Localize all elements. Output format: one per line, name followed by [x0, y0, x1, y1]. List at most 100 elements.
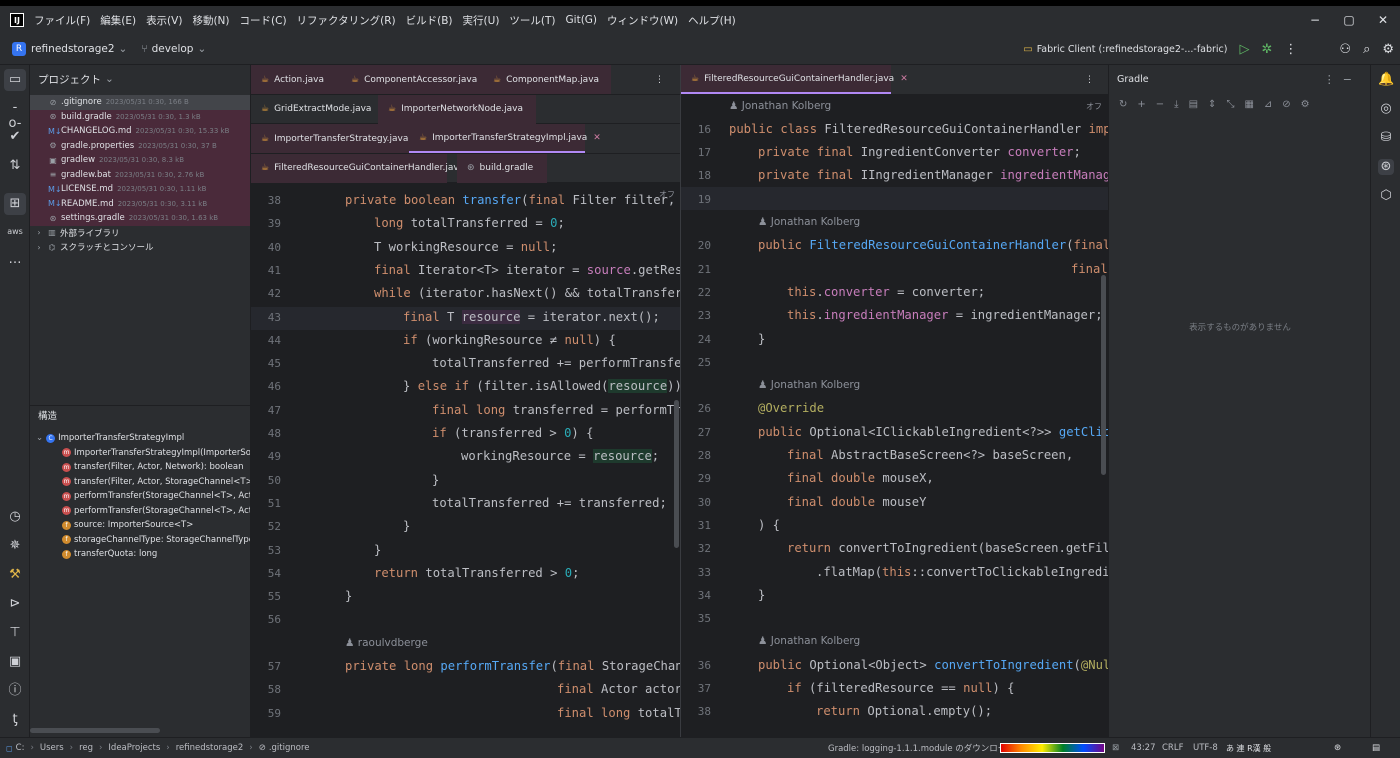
structure-item[interactable]: f storageChannelType: StorageChannelType<: [30, 533, 250, 548]
ai-assistant-icon[interactable]: ◎: [1378, 101, 1394, 117]
breadcrumb-file[interactable]: .gitignore: [269, 743, 310, 753]
notification-icon[interactable]: ▤: [1372, 743, 1380, 753]
commit-icon[interactable]: -o-: [7, 100, 23, 131]
expand-icon[interactable]: ⇕: [1208, 99, 1216, 110]
file-settings-gradle[interactable]: ⊛ settings.gradle 2023/05/31 0:30, 1.63 kB: [30, 211, 250, 226]
tasks-icon[interactable]: ▤: [1189, 99, 1198, 110]
menu-help[interactable]: ヘルプ(H): [688, 13, 736, 28]
file-changelog[interactable]: M↓ CHANGELOG.md 2023/05/31 0:30, 15.33 kB: [30, 124, 250, 139]
link-icon[interactable]: ⊿: [1264, 99, 1272, 110]
background-task[interactable]: Gradle: logging-1.1.1.module のダウンロード...: [828, 742, 1023, 754]
progress-bar-rainbow[interactable]: [1000, 743, 1105, 753]
remove-icon[interactable]: −: [1156, 99, 1164, 110]
add-user-icon[interactable]: ⚇: [1339, 42, 1351, 57]
minimize-button[interactable]: −: [1298, 6, 1332, 34]
structure-item[interactable]: m performTransfer(StorageChannel<T>, Acto…: [30, 489, 250, 504]
folder-icon[interactable]: ▭: [4, 69, 26, 91]
tab-importer-transfer-strategy[interactable]: ☕ ImporterTransferStrategy.java: [251, 124, 409, 153]
services-icon[interactable]: ✵: [7, 538, 23, 554]
line-separator[interactable]: CRLF: [1162, 743, 1183, 753]
build-panel-icon[interactable]: ⊤: [7, 625, 23, 641]
debug-icon[interactable]: ✲: [1262, 42, 1273, 57]
menu-refactor[interactable]: リファクタリング(R): [297, 13, 396, 28]
cancel-task-icon[interactable]: ⊠: [1112, 743, 1119, 753]
tree-external-libraries[interactable]: › ▥ 外部ライブラリ: [30, 226, 250, 241]
file-gradle-properties[interactable]: ⚙ gradle.properties 2023/05/31 0:30, 37 B: [30, 138, 250, 153]
tab-options-icon[interactable]: ⋮: [1085, 65, 1105, 94]
terminal-icon[interactable]: ▣: [7, 654, 23, 670]
project-panel-title[interactable]: プロジェクト: [38, 72, 101, 87]
caret-position[interactable]: 43:27: [1131, 743, 1156, 753]
run-icon[interactable]: ▷: [1240, 42, 1250, 57]
tab-options-icon[interactable]: ⋮: [655, 65, 675, 94]
more-icon[interactable]: ⋮: [1284, 42, 1297, 57]
structure-item[interactable]: m transfer(Filter, Actor, StorageChannel<…: [30, 475, 250, 490]
hammer-icon[interactable]: ✔: [7, 129, 23, 145]
collapse-icon[interactable]: ⤡: [1226, 99, 1234, 110]
horizontal-scrollbar[interactable]: [30, 728, 160, 733]
menu-edit[interactable]: 編集(E): [100, 13, 136, 28]
structure-item[interactable]: f transferQuota: long: [30, 547, 250, 562]
menu-build[interactable]: ビルド(B): [406, 13, 453, 28]
file-readme[interactable]: M↓ README.md 2023/05/31 0:30, 3.11 kB: [30, 196, 250, 211]
notifications-icon[interactable]: 🔔: [1378, 72, 1394, 88]
add-icon[interactable]: +: [1137, 99, 1145, 110]
plugin-icon[interactable]: ⬡: [1378, 188, 1394, 204]
breadcrumb-drive[interactable]: C:: [16, 743, 25, 753]
tab-importer-transfer-strategy-impl[interactable]: ☕ ImporterTransferStrategyImpl.java ✕: [409, 124, 601, 153]
code-area-right[interactable]: ♟ Jonathan Kolberg オフ 16 public class Fil…: [681, 95, 1108, 737]
offline-icon[interactable]: ⊘: [1282, 99, 1290, 110]
tab-build-gradle[interactable]: ⊛ build.gradle: [457, 153, 547, 183]
menu-view[interactable]: 表示(V): [146, 13, 182, 28]
file-gradlew[interactable]: ▣ gradlew 2023/05/31 0:30, 8.3 kB: [30, 153, 250, 168]
settings-icon[interactable]: ⚙: [1301, 99, 1310, 110]
breadcrumb-users[interactable]: Users: [40, 743, 64, 753]
clock-icon[interactable]: ◷: [7, 509, 23, 525]
menu-tools[interactable]: ツール(T): [509, 13, 555, 28]
menu-git[interactable]: Git(G): [566, 14, 598, 26]
menu-file[interactable]: ファイル(F): [34, 13, 90, 28]
panel-options-icon[interactable]: ⋮−: [1324, 73, 1360, 86]
breadcrumb-ideaprojects[interactable]: IdeaProjects: [108, 743, 160, 753]
refresh-icon[interactable]: ↻: [1119, 99, 1127, 110]
breadcrumb-project[interactable]: refinedstorage2: [176, 743, 244, 753]
tab-importer-network-node[interactable]: ☕ ImporterNetworkNode.java: [378, 94, 536, 124]
file-encoding[interactable]: UTF-8: [1193, 743, 1218, 753]
tab-component-accessor[interactable]: ☕ ComponentAccessor.java: [341, 65, 483, 94]
vertical-scrollbar[interactable]: [1101, 275, 1106, 475]
structure-icon[interactable]: ⊞: [4, 193, 26, 215]
tab-action-java[interactable]: ☕ Action.java: [251, 65, 341, 94]
readonly-icon[interactable]: ⊛: [1334, 743, 1341, 753]
menu-window[interactable]: ウィンドウ(W): [607, 13, 678, 28]
run-panel-icon[interactable]: ⊳: [7, 596, 23, 612]
tab-grid-extract-mode[interactable]: ☕ GridExtractMode.java: [251, 95, 378, 124]
database-icon[interactable]: ⛁: [1378, 130, 1394, 146]
group-icon[interactable]: ▦: [1244, 99, 1253, 110]
git-icon[interactable]: ƫ: [7, 712, 23, 728]
close-tab-icon[interactable]: ✕: [593, 133, 601, 143]
gradle-icon[interactable]: ⊛: [1378, 159, 1394, 175]
file-gitignore[interactable]: ⊘ .gitignore 2023/05/31 0:30, 166 B: [30, 95, 250, 110]
tab-filtered-resource-handler-right[interactable]: ☕ FilteredResourceGuiContainerHandler.jav…: [681, 65, 908, 94]
structure-item[interactable]: m performTransfer(StorageChannel<T>, Acto…: [30, 504, 250, 519]
ime-indicator[interactable]: あ 連 R漢 般: [1226, 743, 1271, 754]
tree-scratches[interactable]: › ⌬ スクラッチとコンソール: [30, 240, 250, 255]
file-license[interactable]: M↓ LICENSE.md 2023/05/31 0:30, 1.11 kB: [30, 182, 250, 197]
structure-root[interactable]: ⌄ C ImporterTransferStrategyImpl: [30, 431, 250, 446]
tab-filtered-resource-handler[interactable]: ☕ FilteredResourceGuiContainerHandler.jav…: [251, 153, 464, 183]
close-button[interactable]: ✕: [1366, 6, 1400, 34]
more-tools-icon[interactable]: …: [7, 252, 23, 268]
project-selector[interactable]: refinedstorage2: [31, 43, 115, 55]
menu-navigate[interactable]: 移動(N): [192, 13, 229, 28]
run-config-selector[interactable]: Fabric Client (:refinedstorage2-...-fabr…: [1037, 44, 1228, 55]
paint-icon[interactable]: ⚒: [7, 567, 23, 583]
breadcrumb-reg[interactable]: reg: [79, 743, 93, 753]
download-icon[interactable]: ⤓: [1174, 99, 1178, 110]
maximize-button[interactable]: ▢: [1332, 6, 1366, 34]
file-gradlew-bat[interactable]: ≡ gradlew.bat 2023/05/31 0:30, 2.76 kB: [30, 167, 250, 182]
vertical-scrollbar[interactable]: [674, 400, 679, 548]
tab-component-map[interactable]: ☕ ComponentMap.java: [483, 65, 611, 94]
structure-item[interactable]: m transfer(Filter, Actor, Network): boole…: [30, 460, 250, 475]
branch-selector[interactable]: develop: [152, 43, 194, 55]
gear-icon[interactable]: ⚙: [1382, 42, 1394, 57]
